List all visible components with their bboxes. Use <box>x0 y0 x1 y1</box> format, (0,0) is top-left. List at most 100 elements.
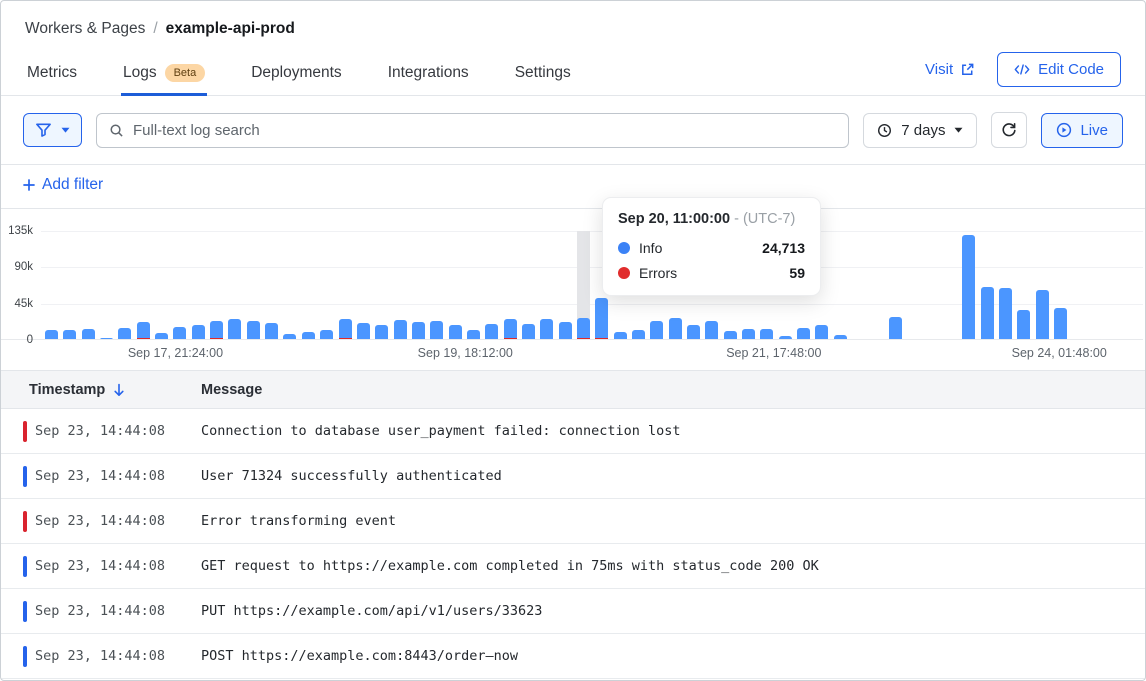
clock-icon <box>877 123 892 138</box>
sort-descending-icon[interactable] <box>113 383 125 397</box>
chart-bar[interactable] <box>228 231 241 340</box>
chevron-down-icon <box>61 127 70 133</box>
search-icon <box>109 123 124 138</box>
chart-bar[interactable] <box>45 231 58 340</box>
refresh-icon <box>1001 122 1017 138</box>
chart-bar[interactable] <box>559 231 572 340</box>
log-row[interactable]: Sep 23, 14:44:08Connection to database u… <box>1 409 1145 454</box>
refresh-button[interactable] <box>991 112 1027 148</box>
live-button[interactable]: Live <box>1041 113 1123 148</box>
chart-bar[interactable] <box>907 231 920 340</box>
log-volume-chart: 135k90k45k0 Sep 17, 21:24:00Sep 19, 18:1… <box>1 209 1145 371</box>
chart-bar[interactable] <box>981 231 994 340</box>
log-row[interactable]: Sep 23, 14:44:08User 71324 successfully … <box>1 454 1145 499</box>
log-message: User 71324 successfully authenticated <box>201 468 1145 484</box>
log-timestamp: Sep 23, 14:44:08 <box>35 468 201 484</box>
chart-bar[interactable] <box>320 231 333 340</box>
error-indicator <box>23 421 27 442</box>
chart-bar[interactable] <box>999 231 1012 340</box>
chart-bar[interactable] <box>192 231 205 340</box>
log-timestamp: Sep 23, 14:44:08 <box>35 603 201 619</box>
chart-bar[interactable] <box>412 231 425 340</box>
chart-bar[interactable] <box>137 231 150 340</box>
code-icon <box>1014 63 1030 76</box>
log-table-body: Sep 23, 14:44:08Connection to database u… <box>1 409 1145 679</box>
chart-bar[interactable] <box>265 231 278 340</box>
chart-plot-area[interactable] <box>41 231 1143 340</box>
chart-bar[interactable] <box>357 231 370 340</box>
chart-bar[interactable] <box>522 231 535 340</box>
tooltip-info-value: 24,713 <box>762 240 805 256</box>
add-filter-button[interactable]: Add filter <box>23 176 103 194</box>
chart-y-axis: 135k90k45k0 <box>1 231 41 340</box>
breadcrumb: Workers & Pages / example-api-prod <box>1 1 1145 38</box>
log-row[interactable]: Sep 23, 14:44:08GET request to https://e… <box>1 544 1145 589</box>
tab-deployments[interactable]: Deployments <box>249 54 343 95</box>
chart-bar[interactable] <box>339 231 352 340</box>
log-message: POST https://example.com:8443/order—now <box>201 648 1145 664</box>
filter-bar: 7 days Live <box>1 96 1145 165</box>
info-indicator <box>23 601 27 622</box>
log-timestamp: Sep 23, 14:44:08 <box>35 423 201 439</box>
tab-logs[interactable]: Logs Beta <box>121 54 207 95</box>
chart-bar[interactable] <box>926 231 939 340</box>
y-axis-tick: 45k <box>0 298 33 310</box>
log-message: PUT https://example.com/api/v1/users/336… <box>201 603 1145 619</box>
column-header-timestamp[interactable]: Timestamp <box>29 382 105 398</box>
log-timestamp: Sep 23, 14:44:08 <box>35 648 201 664</box>
chart-bar[interactable] <box>852 231 865 340</box>
chart-bar[interactable] <box>155 231 168 340</box>
chart-bar[interactable] <box>449 231 462 340</box>
chart-bar-highlighted[interactable] <box>577 231 590 340</box>
tooltip-timezone: (UTC-7) <box>743 211 795 227</box>
chart-bar[interactable] <box>247 231 260 340</box>
chart-bar[interactable] <box>1017 231 1030 340</box>
chart-bar[interactable] <box>540 231 553 340</box>
chart-bar[interactable] <box>173 231 186 340</box>
y-axis-tick: 90k <box>0 261 33 273</box>
log-row[interactable]: Sep 23, 14:44:08POST https://example.com… <box>1 634 1145 679</box>
tooltip-info-row: Info 24,713 <box>618 240 805 256</box>
edit-code-button[interactable]: Edit Code <box>997 52 1121 87</box>
log-row[interactable]: Sep 23, 14:44:08Error transforming event <box>1 499 1145 544</box>
chart-bar[interactable] <box>870 231 883 340</box>
log-row[interactable]: Sep 23, 14:44:08PUT https://example.com/… <box>1 589 1145 634</box>
x-axis-tick: Sep 19, 18:12:00 <box>418 346 513 360</box>
chart-bar[interactable] <box>504 231 517 340</box>
filter-menu-button[interactable] <box>23 113 82 147</box>
plus-icon <box>23 179 35 191</box>
time-range-dropdown[interactable]: 7 days <box>863 113 977 148</box>
page-title: example-api-prod <box>166 20 295 38</box>
add-filter-row: Add filter <box>1 165 1145 209</box>
chart-bar[interactable] <box>283 231 296 340</box>
chart-bar[interactable] <box>889 231 902 340</box>
chart-bar[interactable] <box>394 231 407 340</box>
chart-bar[interactable] <box>63 231 76 340</box>
tooltip-timestamp: Sep 20, 11:00:00 <box>618 211 730 227</box>
chart-bar[interactable] <box>1036 231 1049 340</box>
info-dot-icon <box>618 242 630 254</box>
chart-bar[interactable] <box>430 231 443 340</box>
chart-bar[interactable] <box>82 231 95 340</box>
info-indicator <box>23 556 27 577</box>
chart-bar[interactable] <box>210 231 223 340</box>
search-input[interactable] <box>133 122 836 139</box>
chart-bar[interactable] <box>375 231 388 340</box>
tab-settings[interactable]: Settings <box>513 54 573 95</box>
visit-link[interactable]: Visit <box>925 61 975 78</box>
chart-bar[interactable] <box>118 231 131 340</box>
chart-bar[interactable] <box>100 231 113 340</box>
column-header-message[interactable]: Message <box>201 382 1145 398</box>
chart-bar[interactable] <box>485 231 498 340</box>
breadcrumb-section[interactable]: Workers & Pages <box>25 20 145 38</box>
log-timestamp: Sep 23, 14:44:08 <box>35 513 201 529</box>
chart-bar[interactable] <box>302 231 315 340</box>
chart-bar[interactable] <box>962 231 975 340</box>
chart-bar[interactable] <box>1054 231 1067 340</box>
chart-bar[interactable] <box>944 231 957 340</box>
chart-bar[interactable] <box>834 231 847 340</box>
chart-bar[interactable] <box>467 231 480 340</box>
tab-metrics[interactable]: Metrics <box>25 54 79 95</box>
tab-integrations[interactable]: Integrations <box>386 54 471 95</box>
error-indicator <box>23 511 27 532</box>
